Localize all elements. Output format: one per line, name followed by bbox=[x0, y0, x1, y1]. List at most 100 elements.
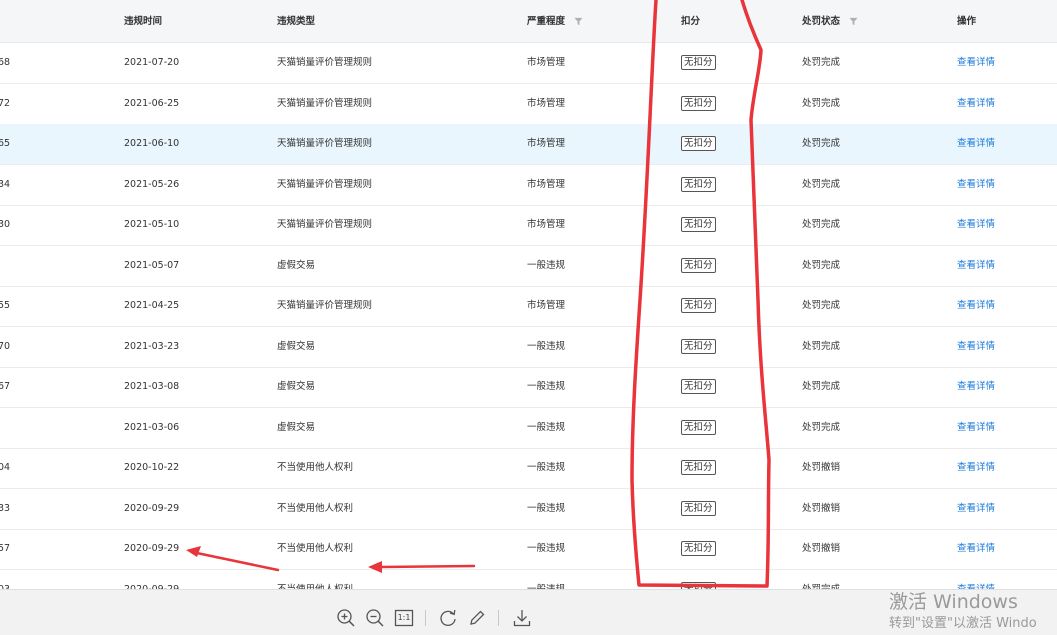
violation-time: 2021-06-25 bbox=[124, 97, 180, 109]
row-id: 33 bbox=[0, 502, 11, 514]
violation-type: 虚假交易 bbox=[277, 340, 316, 352]
severity: 一般违规 bbox=[527, 421, 566, 433]
score-cell: 无扣分 bbox=[681, 448, 716, 488]
view-details-link[interactable]: 查看详情 bbox=[957, 327, 995, 367]
penalty-status: 处罚完成 bbox=[802, 178, 841, 190]
table-row: 2021-05-07 虚假交易 一般违规 无扣分 处罚完成 查看详情 bbox=[0, 246, 1057, 287]
view-details-link[interactable]: 查看详情 bbox=[957, 246, 995, 286]
violation-type: 不当使用他人权利 bbox=[277, 543, 354, 554]
actual-size-icon[interactable]: 1:1 bbox=[394, 608, 414, 628]
view-details-link[interactable]: 查看详情 bbox=[957, 43, 995, 83]
severity: 市场管理 bbox=[527, 97, 566, 109]
score-badge: 无扣分 bbox=[681, 379, 716, 394]
score-cell: 无扣分 bbox=[681, 367, 716, 407]
severity: 一般违规 bbox=[527, 543, 566, 554]
view-details-link[interactable]: 查看详情 bbox=[957, 367, 995, 407]
score-badge: 无扣分 bbox=[681, 338, 716, 354]
violation-table: 违规时间 违规类型 严重程度 扣分 处罚状态 操作 68 2021-07-20 天猫… bbox=[0, 0, 1057, 589]
score-badge: 无扣分 bbox=[681, 257, 716, 273]
penalty-status: 处罚完成 bbox=[802, 300, 841, 311]
header-status-label: 处罚状态 bbox=[802, 16, 841, 27]
violation-time: 2021-03-06 bbox=[124, 421, 180, 433]
download-icon[interactable] bbox=[512, 608, 532, 628]
score-cell: 无扣分 bbox=[681, 489, 716, 529]
penalty-status: 处罚撤销 bbox=[802, 543, 841, 554]
view-details-link[interactable]: 查看详情 bbox=[957, 408, 995, 448]
violation-time: 2021-04-25 bbox=[124, 300, 180, 311]
score-cell: 无扣分 bbox=[681, 286, 716, 326]
view-details-link[interactable]: 查看详情 bbox=[957, 448, 995, 488]
violation-time: 2021-06-10 bbox=[124, 138, 180, 149]
violation-type: 虚假交易 bbox=[277, 259, 316, 271]
score-badge: 无扣分 bbox=[681, 55, 716, 70]
severity: 市场管理 bbox=[527, 57, 566, 68]
table-header: 违规时间 违规类型 严重程度 扣分 处罚状态 操作 bbox=[0, 0, 1057, 43]
severity: 一般违规 bbox=[527, 340, 566, 352]
row-id: 55 bbox=[0, 300, 11, 311]
violation-type: 不当使用他人权利 bbox=[277, 462, 354, 473]
score-cell: 无扣分 bbox=[681, 165, 716, 205]
score-badge: 无扣分 bbox=[681, 298, 716, 313]
view-details-link[interactable]: 查看详情 bbox=[957, 286, 995, 326]
violation-time: 2021-05-07 bbox=[124, 259, 180, 271]
violation-type: 虚假交易 bbox=[277, 381, 316, 392]
edit-icon[interactable] bbox=[467, 608, 487, 628]
zoom-out-icon[interactable] bbox=[365, 608, 385, 628]
score-badge: 无扣分 bbox=[681, 541, 716, 556]
score-cell: 无扣分 bbox=[681, 327, 716, 367]
filter-icon[interactable] bbox=[574, 17, 583, 26]
penalty-status: 处罚完成 bbox=[802, 259, 841, 271]
violation-time: 2021-07-20 bbox=[124, 57, 180, 68]
violation-time: 2020-09-29 bbox=[124, 583, 180, 590]
rotate-icon[interactable] bbox=[438, 608, 458, 628]
severity: 市场管理 bbox=[527, 138, 566, 149]
score-badge: 无扣分 bbox=[681, 500, 716, 516]
row-id: 65 bbox=[0, 138, 11, 149]
table-row: 65 2021-06-10 天猫销量评价管理规则 市场管理 无扣分 处罚完成 查看详情 bbox=[0, 124, 1057, 165]
header-operation: 操作 bbox=[957, 16, 977, 27]
penalty-status: 处罚完成 bbox=[802, 57, 841, 68]
view-details-link[interactable]: 查看详情 bbox=[957, 529, 995, 569]
view-details-link[interactable]: 查看详情 bbox=[957, 165, 995, 205]
row-id: 04 bbox=[0, 462, 11, 473]
score-badge: 无扣分 bbox=[681, 217, 716, 232]
row-id bbox=[0, 246, 18, 286]
row-id: 70 bbox=[0, 340, 11, 352]
zoom-in-icon[interactable] bbox=[336, 608, 356, 628]
view-details-link[interactable]: 查看详情 bbox=[957, 489, 995, 529]
violation-type: 天猫销量评价管理规则 bbox=[277, 138, 373, 149]
table-row: 72 2021-06-25 天猫销量评价管理规则 市场管理 无扣分 处罚完成 查看详情 bbox=[0, 84, 1057, 125]
score-badge: 无扣分 bbox=[681, 419, 716, 435]
table-row: 34 2021-05-26 天猫销量评价管理规则 市场管理 无扣分 处罚完成 查看详情 bbox=[0, 165, 1057, 206]
row-id: 34 bbox=[0, 178, 11, 190]
score-cell: 无扣分 bbox=[681, 408, 716, 448]
view-details-link[interactable]: 查看详情 bbox=[957, 84, 995, 124]
row-id: 30 bbox=[0, 219, 11, 230]
violation-type: 天猫销量评价管理规则 bbox=[277, 219, 373, 230]
filter-icon[interactable] bbox=[849, 17, 858, 26]
penalty-status: 处罚完成 bbox=[802, 583, 841, 590]
violation-time: 2021-03-23 bbox=[124, 340, 180, 352]
penalty-status: 处罚完成 bbox=[802, 97, 841, 109]
table-row: 70 2021-03-23 虚假交易 一般违规 无扣分 处罚完成 查看详情 bbox=[0, 327, 1057, 368]
table-row: 57 2020-09-29 不当使用他人权利 一般违规 无扣分 处罚撤销 查看详情 bbox=[0, 529, 1057, 570]
score-badge: 无扣分 bbox=[681, 95, 716, 111]
row-id: 57 bbox=[0, 543, 11, 554]
violation-type: 天猫销量评价管理规则 bbox=[277, 57, 373, 68]
score-cell: 无扣分 bbox=[681, 246, 716, 286]
score-cell: 无扣分 bbox=[681, 124, 716, 164]
violation-type: 天猫销量评价管理规则 bbox=[277, 300, 373, 311]
table-row: 55 2021-04-25 天猫销量评价管理规则 市场管理 无扣分 处罚完成 查看详情 bbox=[0, 286, 1057, 327]
score-badge: 无扣分 bbox=[681, 460, 716, 475]
table-row: 68 2021-07-20 天猫销量评价管理规则 市场管理 无扣分 处罚完成 查看详情 bbox=[0, 43, 1057, 84]
violation-time: 2021-05-10 bbox=[124, 219, 180, 230]
header-id bbox=[0, 0, 18, 42]
score-cell: 无扣分 bbox=[681, 43, 716, 83]
table-row: 2021-03-06 虚假交易 一般违规 无扣分 处罚完成 查看详情 bbox=[0, 408, 1057, 449]
violation-time: 2021-03-08 bbox=[124, 381, 180, 392]
table-row: 30 2021-05-10 天猫销量评价管理规则 市场管理 无扣分 处罚完成 查看详情 bbox=[0, 205, 1057, 246]
view-details-link[interactable]: 查看详情 bbox=[957, 205, 995, 245]
windows-activation-hint: 转到"设置"以激活 Windo bbox=[889, 616, 1037, 631]
view-details-link[interactable]: 查看详情 bbox=[957, 124, 995, 164]
severity: 一般违规 bbox=[527, 259, 566, 271]
